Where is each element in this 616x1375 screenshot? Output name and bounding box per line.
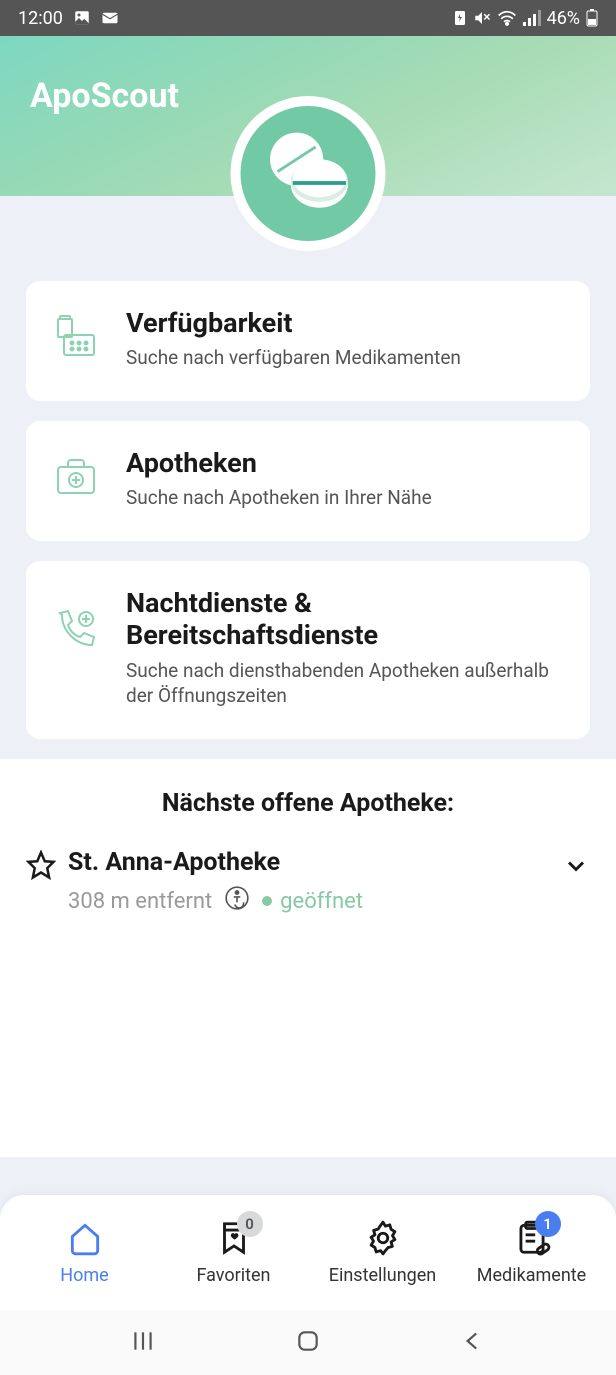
home-icon: [66, 1219, 104, 1257]
status-time: 12:00: [18, 8, 63, 29]
meds-badge: 1: [535, 1211, 561, 1237]
app-logo: [231, 96, 386, 251]
card-title: Nachtdienste & Bereitschaftsdienste: [126, 587, 564, 652]
nav-favorites[interactable]: 0 Favoriten: [174, 1219, 294, 1286]
picture-icon: [73, 9, 91, 27]
system-nav-bar: [0, 1310, 616, 1375]
status-dot-icon: [262, 896, 272, 906]
wifi-icon: [497, 10, 517, 26]
pharmacy-name: St. Anna-Apotheke: [68, 848, 550, 877]
favorite-star-icon[interactable]: [26, 850, 56, 884]
availability-card[interactable]: Verfügbarkeit Suche nach verfügbaren Med…: [26, 281, 590, 401]
card-title: Verfügbarkeit: [126, 307, 461, 339]
pharmacy-distance: 308 m entfernt: [68, 889, 212, 914]
recents-button[interactable]: [130, 1328, 156, 1358]
mute-icon: [473, 9, 491, 27]
nav-label: Einstellungen: [329, 1265, 436, 1286]
accessibility-icon: [224, 885, 250, 917]
nav-label: Home: [60, 1265, 108, 1286]
card-description: Suche nach Apotheken in Ihrer Nähe: [126, 485, 432, 511]
phone-medical-icon: [52, 607, 100, 655]
nav-settings[interactable]: Einstellungen: [323, 1219, 443, 1286]
mail-icon: [101, 9, 119, 27]
back-button[interactable]: [460, 1328, 486, 1358]
pills-icon: [261, 126, 356, 221]
signal-icon: [523, 10, 541, 26]
card-description: Suche nach verfügbaren Medikamenten: [126, 345, 461, 371]
medkit-icon: [52, 453, 100, 501]
battery-saver-icon: [453, 10, 467, 26]
favorites-badge: 0: [237, 1211, 263, 1237]
pharmacy-item[interactable]: St. Anna-Apotheke 308 m entfernt geöffne…: [26, 848, 590, 917]
chevron-down-icon[interactable]: [562, 852, 590, 884]
pharmacies-card[interactable]: Apotheken Suche nach Apotheken in Ihrer …: [26, 421, 590, 541]
nav-home[interactable]: Home: [25, 1219, 145, 1286]
status-bar: 12:00 46%: [0, 0, 616, 36]
nav-medications[interactable]: 1 Medikamente: [472, 1219, 592, 1286]
home-button[interactable]: [295, 1328, 321, 1358]
card-title: Apotheken: [126, 447, 432, 479]
battery-percent: 46%: [547, 8, 580, 29]
bookmark-heart-icon: 0: [215, 1219, 253, 1257]
main-content: Verfügbarkeit Suche nach verfügbaren Med…: [0, 196, 616, 1177]
nearest-heading: Nächste offene Apotheke:: [26, 789, 590, 818]
nav-label: Favoriten: [196, 1265, 270, 1286]
nav-label: Medikamente: [477, 1265, 586, 1286]
bottom-nav: Home 0 Favoriten Einstellungen 1 Medikam…: [0, 1195, 616, 1310]
app-header: ApoScout: [0, 36, 616, 196]
gear-icon: [364, 1219, 402, 1257]
battery-icon: [586, 9, 598, 27]
medication-icon: [52, 313, 100, 361]
card-description: Suche nach diensthabenden Apotheken auße…: [126, 658, 564, 709]
nearest-pharmacy-section: Nächste offene Apotheke: St. Anna-Apothe…: [0, 759, 616, 1157]
clipboard-pill-icon: 1: [513, 1219, 551, 1257]
night-services-card[interactable]: Nachtdienste & Bereitschaftsdienste Such…: [26, 561, 590, 739]
open-status: geöffnet: [262, 889, 363, 914]
